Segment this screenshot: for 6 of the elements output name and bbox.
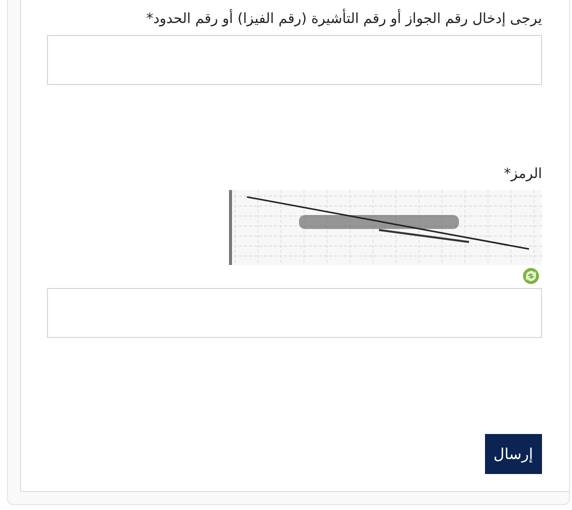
field-label: الرمز* bbox=[502, 165, 542, 184]
refresh-icon[interactable] bbox=[522, 267, 540, 285]
input-field[interactable] bbox=[47, 288, 542, 338]
submit-button[interactable]: إرسال bbox=[484, 434, 542, 474]
field-label: يرجى إدخال رقم الجواز أو رقم التأشيرة (رقم الفيزا) أو رقم الحدود* bbox=[47, 8, 542, 30]
input-field[interactable] bbox=[47, 35, 542, 85]
